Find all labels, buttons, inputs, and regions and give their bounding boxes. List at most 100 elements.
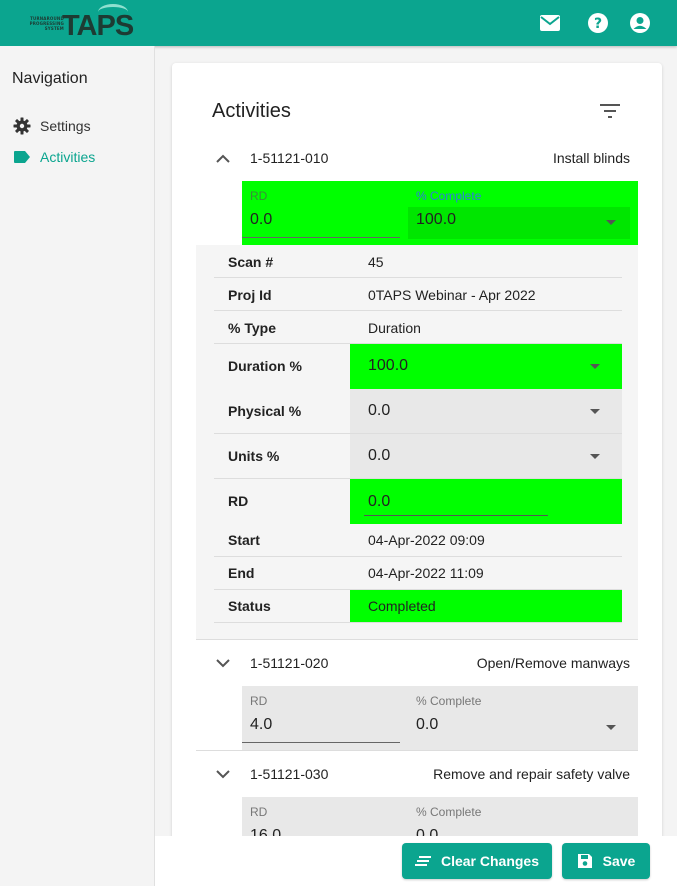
- dropdown-caret-icon: [590, 409, 600, 414]
- detail-key: Scan #: [228, 254, 274, 270]
- sidebar: Navigation Settings Activities: [0, 46, 155, 886]
- percent-complete-label: % Complete: [416, 189, 482, 203]
- percent-complete-label: % Complete: [416, 805, 482, 819]
- sidebar-item-activities[interactable]: Activities: [12, 147, 95, 167]
- activity-header[interactable]: 1-51121-030 Remove and repair safety val…: [196, 751, 638, 797]
- percent-complete-label: % Complete: [416, 694, 482, 708]
- detail-row-status: Completed Status: [214, 590, 622, 623]
- rd-detail-field[interactable]: 0.0: [350, 479, 622, 524]
- dropdown-caret-icon: [606, 220, 616, 225]
- taps-logo[interactable]: TURNAROUND PROGRESSING SYSTEM TAPS: [18, 4, 134, 42]
- rd-field[interactable]: RD 4.0: [242, 686, 400, 750]
- list-item: 1-51121-020 Open/Remove manways RD 4.0 %…: [196, 640, 638, 751]
- help-icon[interactable]: ?: [586, 11, 610, 35]
- detail-key: Units %: [228, 448, 280, 464]
- detail-key: Proj Id: [228, 287, 272, 303]
- dropdown-caret-icon: [590, 454, 600, 459]
- units-value: 0.0: [368, 447, 391, 464]
- percent-complete-value: 0.0: [416, 716, 439, 733]
- rd-label: RD: [250, 805, 268, 819]
- rd-field[interactable]: RD 0.0: [242, 181, 400, 245]
- status-badge: Completed: [350, 590, 622, 622]
- detail-value: 0TAPS Webinar - Apr 2022: [368, 287, 536, 303]
- detail-row-end: End 04-Apr-2022 11:09: [214, 557, 622, 590]
- percent-complete-value: 100.0: [416, 211, 457, 228]
- detail-value: 45: [368, 254, 384, 270]
- duration-value: 100.0: [368, 357, 409, 374]
- activities-card: Activities 1-51121-010 Install blinds RD…: [172, 63, 662, 853]
- percent-complete-select[interactable]: % Complete 0.0: [408, 686, 638, 750]
- detail-value: 04-Apr-2022 11:09: [368, 565, 484, 581]
- activity-header[interactable]: 1-51121-010 Install blinds: [196, 135, 638, 181]
- chevron-down-icon[interactable]: [212, 652, 234, 674]
- activity-name: Open/Remove manways: [476, 655, 630, 671]
- list-item: 1-51121-010 Install blinds RD 0.0 % Comp…: [196, 135, 638, 641]
- rd-value: 4.0: [250, 716, 273, 733]
- detail-row-duration: 100.0 Duration %: [214, 344, 622, 389]
- save-icon: [577, 853, 593, 869]
- detail-key: Physical %: [228, 403, 302, 419]
- rd-value: 0.0: [250, 211, 273, 228]
- save-button[interactable]: Save: [562, 843, 650, 879]
- detail-key: Duration %: [228, 358, 302, 374]
- physical-value: 0.0: [368, 402, 391, 419]
- gear-icon: [12, 116, 32, 136]
- detail-row-units: 0.0 Units %: [214, 434, 622, 479]
- rd-label: RD: [250, 189, 268, 203]
- dropdown-caret-icon: [606, 725, 616, 730]
- page-title: Activities: [212, 100, 291, 122]
- svg-text:?: ?: [594, 16, 602, 32]
- clear-all-icon: [414, 855, 431, 867]
- detail-value: 04-Apr-2022 09:09: [368, 532, 485, 548]
- logo-arc: [98, 4, 128, 20]
- detail-key: % Type: [228, 320, 276, 336]
- filter-button[interactable]: [596, 99, 624, 123]
- navigation-title: Navigation: [12, 70, 88, 87]
- activity-id: 1-51121-010: [250, 150, 329, 166]
- clear-changes-button[interactable]: Clear Changes: [402, 843, 552, 879]
- activity-name: Remove and repair safety valve: [433, 766, 630, 782]
- filter-icon: [600, 104, 620, 118]
- detail-row-start: Start 04-Apr-2022 09:09: [214, 524, 622, 557]
- rd-detail-underline: [364, 515, 548, 516]
- sidebar-item-label: Activities: [40, 149, 96, 165]
- mail-icon[interactable]: [538, 11, 562, 35]
- activity-header[interactable]: 1-51121-020 Open/Remove manways: [196, 640, 638, 686]
- detail-value: Duration: [368, 320, 421, 336]
- detail-key: RD: [228, 493, 249, 509]
- logo-subtext: TURNAROUND PROGRESSING SYSTEM: [29, 16, 64, 31]
- physical-select[interactable]: 0.0: [350, 389, 622, 433]
- label-tag-icon: [12, 147, 32, 167]
- rd-underline: [242, 742, 400, 743]
- rd-label: RD: [250, 694, 268, 708]
- detail-key: End: [228, 565, 255, 581]
- chevron-up-icon[interactable]: [212, 147, 234, 169]
- activity-fields: RD 0.0 % Complete 100.0: [242, 181, 638, 245]
- save-label: Save: [602, 853, 636, 869]
- sidebar-item-settings[interactable]: Settings: [12, 116, 91, 136]
- app-header: TURNAROUND PROGRESSING SYSTEM TAPS ?: [0, 0, 677, 46]
- action-bar: Clear Changes Save: [155, 836, 677, 886]
- duration-select[interactable]: 100.0: [350, 344, 622, 389]
- activity-details: Scan # 45 Proj Id 0TAPS Webinar - Apr 20…: [196, 245, 638, 641]
- status-value: Completed: [368, 598, 436, 614]
- activity-fields: RD 4.0 % Complete 0.0: [242, 686, 638, 750]
- detail-row-projid: Proj Id 0TAPS Webinar - Apr 2022: [214, 278, 622, 311]
- detail-row-scan: Scan # 45: [214, 245, 622, 278]
- detail-key: Start: [228, 532, 260, 548]
- account-icon[interactable]: [628, 11, 652, 35]
- activity-name: Install blinds: [552, 150, 630, 166]
- chevron-down-icon[interactable]: [212, 763, 234, 785]
- percent-complete-select[interactable]: % Complete 100.0: [408, 181, 638, 245]
- detail-row-physical: 0.0 Physical %: [214, 389, 622, 434]
- units-select[interactable]: 0.0: [350, 434, 622, 478]
- activity-id: 1-51121-020: [250, 655, 329, 671]
- activity-id: 1-51121-030: [250, 766, 329, 782]
- clear-changes-label: Clear Changes: [440, 853, 540, 869]
- detail-row-rd: 0.0 RD: [214, 479, 622, 524]
- sidebar-item-label: Settings: [40, 118, 91, 134]
- dropdown-caret-icon: [590, 364, 600, 369]
- detail-key: Status: [228, 598, 271, 614]
- detail-row-type: % Type Duration: [214, 311, 622, 344]
- rd-detail-value: 0.0: [368, 493, 391, 510]
